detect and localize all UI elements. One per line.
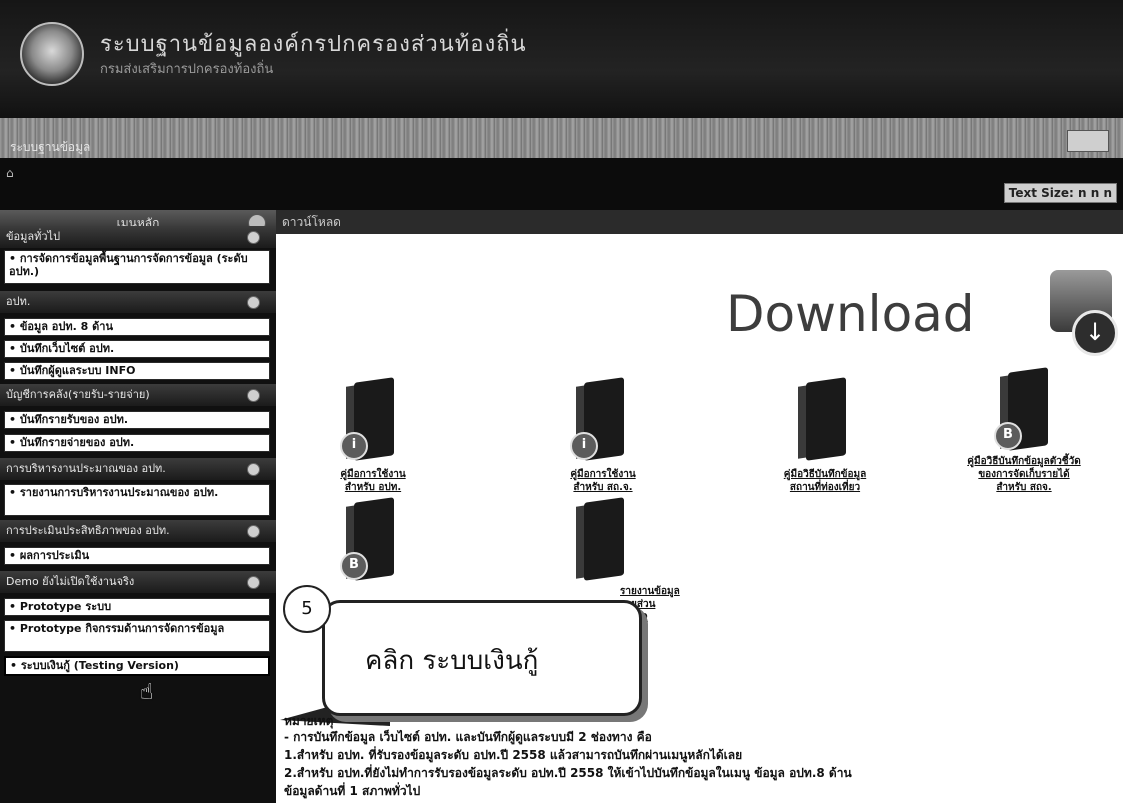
nav-current-link[interactable]: ระบบฐานข้อมูล	[10, 138, 90, 157]
sidebar-item-prototype[interactable]: • Prototype ระบบ	[4, 598, 270, 616]
hand-cursor-icon: ☝	[140, 680, 154, 705]
sidebar-item-loan-system[interactable]: • ระบบเงินกู้ (Testing Version)	[4, 656, 270, 676]
sidebar-section-opt[interactable]: อปท.	[0, 291, 276, 313]
sidebar-item-expense[interactable]: • บันทึกรายจ่ายของ อปท.	[4, 434, 270, 452]
sidebar-section-label: ข้อมูลทั่วไป	[6, 230, 61, 243]
sidebar-section-demo[interactable]: Demo ยังไม่เปิดใช้งานจริง	[0, 571, 276, 593]
tourism-book-icon[interactable]	[792, 377, 850, 461]
download-link-manual-province[interactable]: คู่มือการใช้งาน สำหรับ สถ.จ.	[543, 468, 663, 494]
indicator-book-icon[interactable]: B	[994, 367, 1052, 451]
sidebar-section-label: บัญชีการคลัง(รายรับ-รายจ่าย)	[6, 388, 150, 401]
download-arrow-icon: ↓	[1072, 310, 1118, 356]
sidebar-section-general[interactable]: ข้อมูลทั่วไป	[0, 226, 276, 248]
manual-book-icon[interactable]: i	[570, 377, 628, 461]
sidebar-item-website[interactable]: • บันทึกเว็บไซต์ อปท.	[4, 340, 270, 358]
note-line: - การบันทึกข้อมูล เว็บไซต์ อปท. และบันทึ…	[284, 730, 652, 744]
step-number-badge: 5	[283, 585, 331, 633]
sidebar-section-budget[interactable]: การบริหารงานประมาณของ อปท.	[0, 458, 276, 480]
download-banner-text: Download	[726, 285, 975, 343]
sidebar-item-evaluation-result[interactable]: • ผลการประเมิน	[4, 547, 270, 565]
content-header: ดาวน์โหลด	[276, 210, 1123, 234]
sidebar-item-income[interactable]: • บันทึกรายรับของ อปท.	[4, 411, 270, 429]
section-toggle-icon[interactable]	[247, 525, 260, 538]
sidebar-section-evaluation[interactable]: การประเมินประสิทธิภาพของ อปท.	[0, 520, 276, 542]
note-line: 1.สำหรับ อปท. ที่รับรองข้อมูลระดับ อปท.ป…	[284, 748, 743, 762]
download-link-manual-opt[interactable]: คู่มือการใช้งาน สำหรับ อปท.	[313, 468, 433, 494]
text-size-control[interactable]: Text Size: n n n	[1003, 183, 1117, 203]
section-toggle-icon[interactable]	[247, 231, 260, 244]
nav-strip	[0, 118, 1123, 158]
sidebar-section-label: การประเมินประสิทธิภาพของ อปท.	[6, 524, 170, 537]
sidebar-item-info-admin[interactable]: • บันทึกผู้ดูแลระบบ INFO	[4, 362, 270, 380]
top-band	[0, 158, 1123, 210]
manual-book-icon[interactable]: i	[340, 377, 398, 461]
nav-right-button[interactable]	[1067, 130, 1109, 152]
section-toggle-icon[interactable]	[247, 389, 260, 402]
site-logo	[20, 22, 84, 86]
app-window: ระบบฐานข้อมูลองค์กรปกครองส่วนท้องถิ่น กร…	[0, 0, 1123, 803]
note-line: ข้อมูลด้านที่ 1 สภาพทั่วไป	[284, 784, 421, 798]
callout-text: คลิก ระบบเงินกู้	[365, 646, 539, 676]
sidebar-section-label: Demo ยังไม่เปิดใช้งานจริง	[6, 575, 135, 588]
book-icon[interactable]: B	[340, 497, 398, 581]
sidebar-section-finance[interactable]: บัญชีการคลัง(รายรับ-รายจ่าย)	[0, 384, 276, 406]
sidebar-section-label: อปท.	[6, 295, 31, 308]
sidebar-item-8-aspects[interactable]: • ข้อมูล อปท. 8 ด้าน	[4, 318, 270, 336]
site-title: ระบบฐานข้อมูลองค์กรปกครองส่วนท้องถิ่น	[100, 32, 527, 57]
home-icon[interactable]: ⌂	[6, 166, 14, 180]
report-book-icon[interactable]	[570, 497, 628, 581]
sidebar-item-prototype-activities[interactable]: • Prototype กิจกรรมด้านการจัดการข้อมูล	[4, 620, 270, 652]
sidebar-item-budget-report[interactable]: • รายงานการบริหารงานประมาณของ อปท.	[4, 484, 270, 516]
sidebar-section-label: การบริหารงานประมาณของ อปท.	[6, 462, 166, 475]
section-toggle-icon[interactable]	[247, 463, 260, 476]
download-link-indicator[interactable]: คู่มือวิธีบันทึกข้อมูลตัวชี้วัด ของการจั…	[934, 455, 1114, 494]
note-line: 2.สำหรับ อปท.ที่ยังไม่ทำการรับรองข้อมูลร…	[284, 766, 852, 780]
section-toggle-icon[interactable]	[247, 296, 260, 309]
section-toggle-icon[interactable]	[247, 576, 260, 589]
download-link-tourism[interactable]: คู่มือวิธีบันทึกข้อมูล สถานที่ท่องเที่ยว	[755, 468, 895, 494]
sidebar-item-data-management[interactable]: • การจัดการข้อมูลพื้นฐานการจัดการข้อมูล …	[4, 250, 270, 284]
site-subtitle: กรมส่งเสริมการปกครองท้องถิ่น	[100, 62, 274, 77]
